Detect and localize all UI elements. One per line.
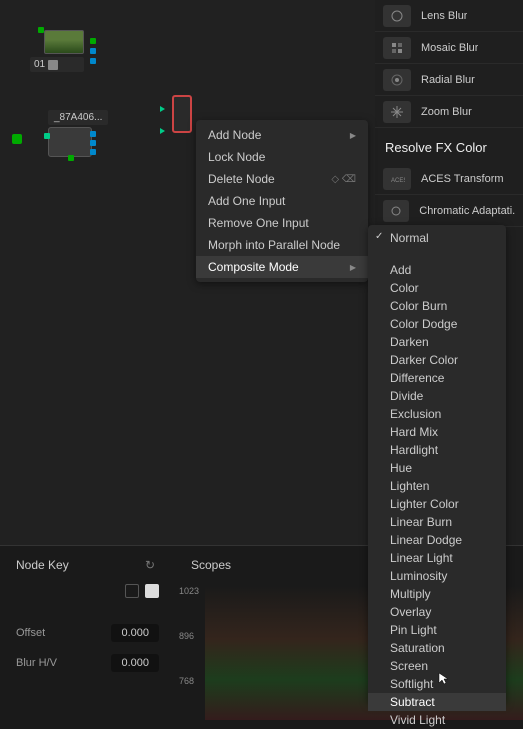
- composite-add[interactable]: Add: [368, 261, 506, 279]
- blur-value[interactable]: 0.000: [111, 654, 159, 672]
- composite-color-dodge[interactable]: Color Dodge: [368, 315, 506, 333]
- composite-difference[interactable]: Difference: [368, 369, 506, 387]
- node-port[interactable]: [68, 155, 74, 161]
- menu-item-composite-mode[interactable]: Composite Mode ▶: [196, 256, 368, 278]
- fx-lens-blur[interactable]: Lens Blur: [375, 0, 523, 32]
- chromatic-icon: [383, 200, 409, 222]
- blur-label: Blur H/V: [16, 657, 57, 669]
- menu-item-remove-input[interactable]: Remove One Input: [196, 212, 368, 234]
- fx-aces-transform[interactable]: ACES ACES Transform: [375, 163, 523, 195]
- color-node[interactable]: _87A406...: [48, 110, 108, 157]
- composite-hardlight[interactable]: Hardlight: [368, 441, 506, 459]
- key-mode-1[interactable]: [125, 584, 139, 598]
- chevron-right-icon: ▶: [350, 263, 356, 272]
- radial-blur-icon: [383, 69, 411, 91]
- composite-linear-dodge[interactable]: Linear Dodge: [368, 531, 506, 549]
- offset-value[interactable]: 0.000: [111, 624, 159, 642]
- composite-hue[interactable]: Hue: [368, 459, 506, 477]
- node-port[interactable]: [90, 48, 96, 54]
- composite-pin-light[interactable]: Pin Light: [368, 621, 506, 639]
- composite-subtract[interactable]: Subtract: [368, 693, 506, 711]
- aces-icon: ACES: [383, 168, 411, 190]
- node-context-menu: Add Node ▶ Lock Node Delete Node ◇ ⌫ Add…: [196, 120, 368, 282]
- lens-blur-icon: [383, 5, 411, 27]
- composite-saturation[interactable]: Saturation: [368, 639, 506, 657]
- fx-radial-blur[interactable]: Radial Blur: [375, 64, 523, 96]
- mosaic-blur-icon: [383, 37, 411, 59]
- node-port[interactable]: [90, 149, 96, 155]
- scope-tick: 768: [179, 676, 194, 686]
- node-label: _87A406...: [48, 110, 108, 125]
- link-arrow-icon: [160, 128, 165, 134]
- fx-color-header: Resolve FX Color: [375, 128, 523, 163]
- clip-thumbnail: [44, 30, 84, 54]
- menu-item-lock-node[interactable]: Lock Node: [196, 146, 368, 168]
- chevron-right-icon: ▶: [350, 131, 356, 140]
- composite-mode-submenu: Normal Add Color Color Burn Color Dodge …: [368, 225, 506, 703]
- composite-hard-mix[interactable]: Hard Mix: [368, 423, 506, 441]
- node-body[interactable]: [48, 127, 92, 157]
- composite-darker-color[interactable]: Darker Color: [368, 351, 506, 369]
- node-port[interactable]: [90, 38, 96, 44]
- composite-linear-burn[interactable]: Linear Burn: [368, 513, 506, 531]
- composite-screen[interactable]: Screen: [368, 657, 506, 675]
- menu-item-add-input[interactable]: Add One Input: [196, 190, 368, 212]
- fx-mosaic-blur[interactable]: Mosaic Blur: [375, 32, 523, 64]
- menu-item-morph-parallel[interactable]: Morph into Parallel Node: [196, 234, 368, 256]
- composite-color[interactable]: Color: [368, 279, 506, 297]
- scope-tick: 1023: [179, 586, 199, 596]
- menu-item-delete-node[interactable]: Delete Node ◇ ⌫: [196, 168, 368, 190]
- composite-lighter-color[interactable]: Lighter Color: [368, 495, 506, 513]
- shortcut-icons: ◇ ⌫: [331, 174, 356, 185]
- composite-darken[interactable]: Darken: [368, 333, 506, 351]
- node-port[interactable]: [90, 140, 96, 146]
- composite-overlay[interactable]: Overlay: [368, 603, 506, 621]
- node-port[interactable]: [44, 133, 50, 139]
- scope-tick: 896: [179, 631, 194, 641]
- fx-zoom-blur[interactable]: Zoom Blur: [375, 96, 523, 128]
- zoom-blur-icon: [383, 101, 411, 123]
- clip-label: 01: [34, 59, 45, 70]
- composite-color-burn[interactable]: Color Burn: [368, 297, 506, 315]
- composite-luminosity[interactable]: Luminosity: [368, 567, 506, 585]
- composite-normal[interactable]: Normal: [368, 229, 506, 247]
- composite-linear-light[interactable]: Linear Light: [368, 549, 506, 567]
- link-arrow-icon: [160, 106, 165, 112]
- key-mode-2[interactable]: [145, 584, 159, 598]
- node-port[interactable]: [38, 27, 44, 33]
- composite-exclusion[interactable]: Exclusion: [368, 405, 506, 423]
- composite-vivid-light[interactable]: Vivid Light: [368, 711, 506, 729]
- composite-softlight[interactable]: Softlight: [368, 675, 506, 693]
- composite-divide[interactable]: Divide: [368, 387, 506, 405]
- reset-icon[interactable]: ↻: [145, 558, 159, 572]
- offset-label: Offset: [16, 627, 45, 639]
- node-key-panel: Node Key ↻ Offset 0.000 Blur H/V 0.000: [0, 546, 175, 720]
- composite-lighten[interactable]: Lighten: [368, 477, 506, 495]
- selected-node[interactable]: [172, 95, 192, 133]
- composite-multiply[interactable]: Multiply: [368, 585, 506, 603]
- clip-icon: [48, 60, 58, 70]
- node-port[interactable]: [90, 58, 96, 64]
- node-key-title: Node Key: [16, 558, 69, 572]
- svg-text:ACES: ACES: [391, 178, 405, 184]
- fx-chromatic-adapt[interactable]: Chromatic Adaptati...: [375, 195, 523, 227]
- menu-item-add-node[interactable]: Add Node ▶: [196, 124, 368, 146]
- node-port[interactable]: [90, 131, 96, 137]
- small-node[interactable]: [12, 134, 22, 144]
- clip-node[interactable]: 01: [30, 30, 84, 72]
